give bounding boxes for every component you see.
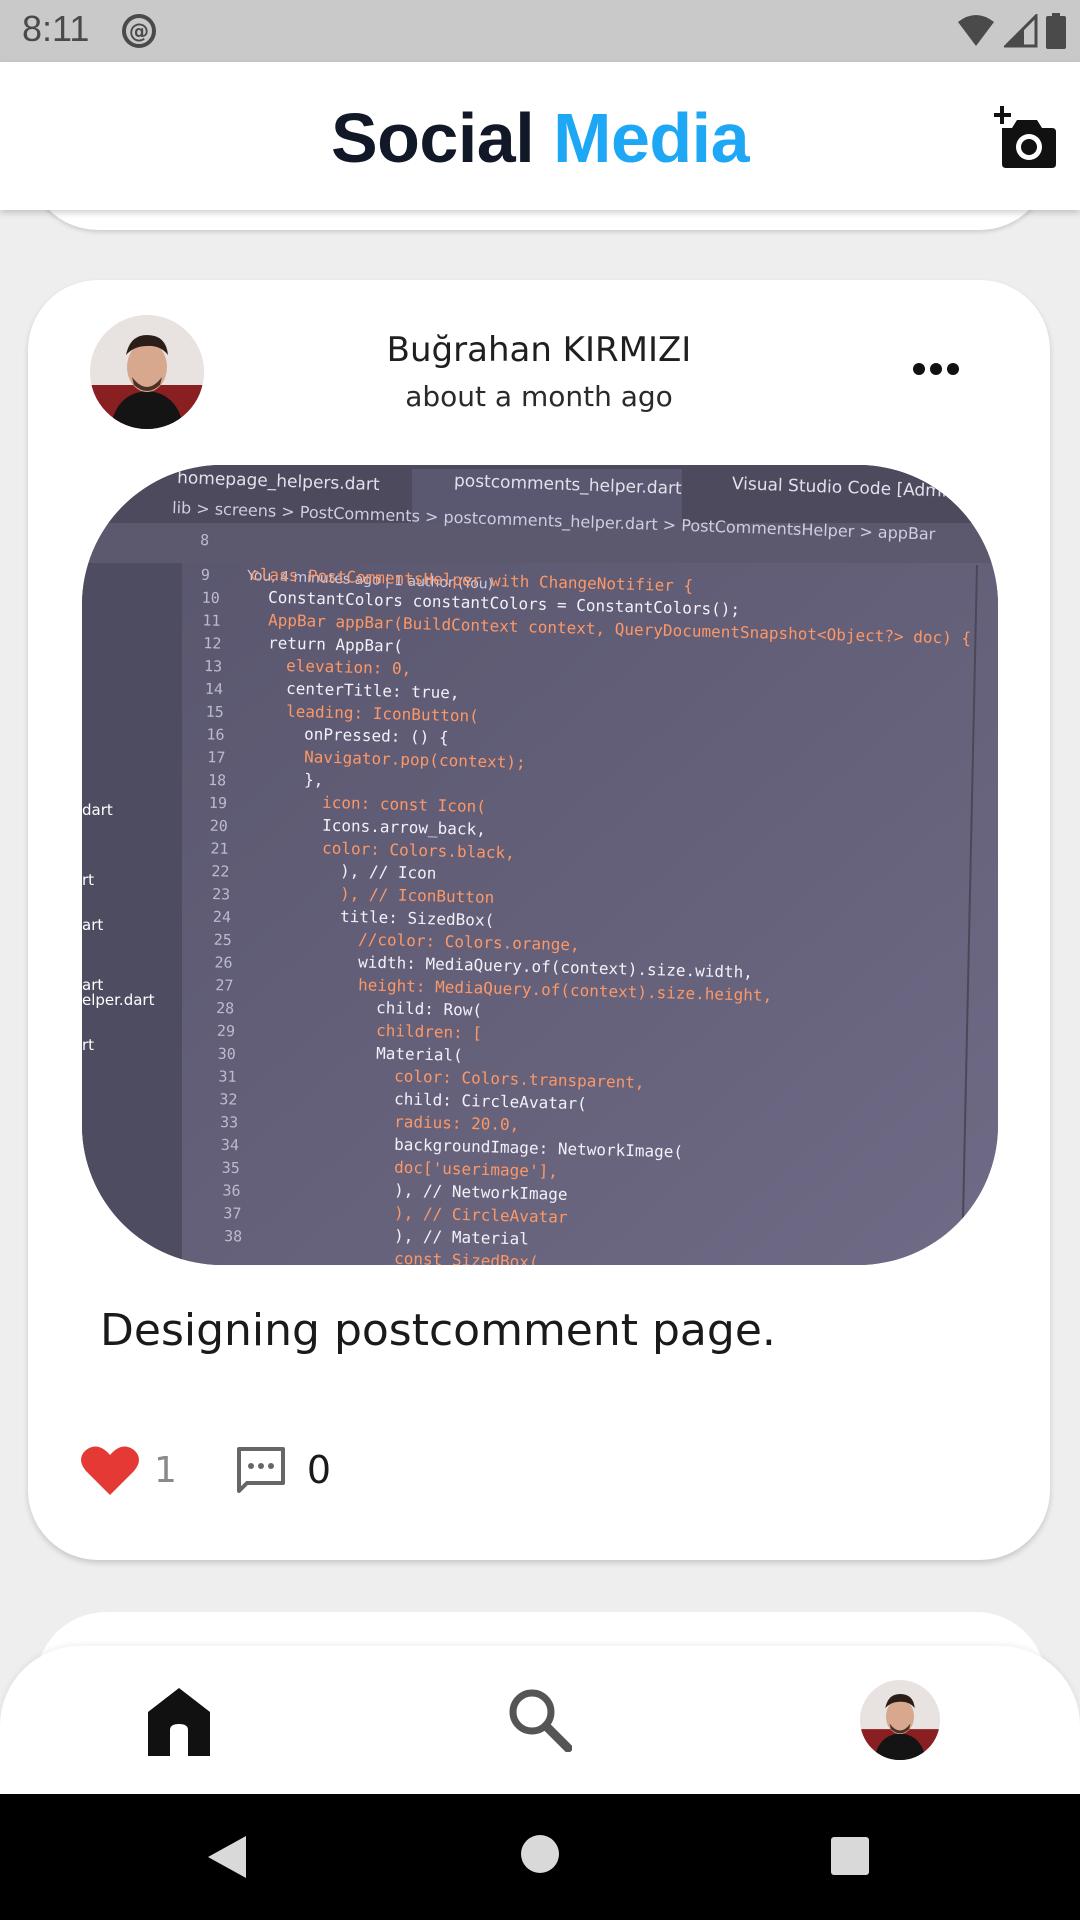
code-line-number: 31 <box>218 1067 237 1085</box>
code-line-number: 23 <box>212 885 231 903</box>
code-line-number: 24 <box>213 908 232 926</box>
code-line-number: 34 <box>221 1136 240 1154</box>
code-line-number: 22 <box>211 862 230 880</box>
avatar-image <box>860 1680 940 1760</box>
code-line: const SizedBox( <box>394 1249 539 1265</box>
search-icon[interactable] <box>506 1686 572 1752</box>
more-options-icon[interactable] <box>912 362 960 376</box>
profile-nav-avatar[interactable] <box>860 1680 940 1760</box>
post-author[interactable]: Buğrahan KIRMIZI <box>28 330 1050 370</box>
code-line: Material( <box>376 1044 463 1065</box>
code-line-number: 20 <box>209 817 228 835</box>
code-line-number: 37 <box>223 1204 242 1222</box>
app-title-media: Media <box>553 99 750 177</box>
status-icons <box>956 12 1066 50</box>
code-screenshot-image: homepage_helpers.dart postcomments_helper… <box>82 465 998 1265</box>
code-line: radius: 20.0, <box>394 1112 520 1134</box>
code-line-number: 30 <box>217 1045 236 1063</box>
code-sidebar-file: art <box>82 916 103 934</box>
post-caption: Designing postcomment page. <box>100 1305 776 1356</box>
app-bar: Social Media <box>0 62 1080 210</box>
code-line-number: 13 <box>204 657 223 675</box>
code-line: title: SizedBox( <box>340 907 495 930</box>
comment-count: 0 <box>306 1448 332 1492</box>
code-line-number: 21 <box>210 839 229 857</box>
status-time: 8:11 <box>22 8 90 49</box>
do-not-disturb-icon: @ <box>122 14 156 48</box>
code-sidebar-file: elper.dart <box>82 991 155 1009</box>
heart-icon[interactable] <box>80 1443 140 1497</box>
app-title-social: Social <box>330 99 535 177</box>
recent-apps-icon[interactable] <box>830 1836 870 1876</box>
code-line-number: 14 <box>205 680 224 698</box>
code-line: child: Row( <box>376 998 482 1020</box>
code-line: children: [ <box>376 1021 482 1043</box>
code-sidebar-file: rt <box>82 871 94 889</box>
code-line-number: 9 <box>201 566 210 584</box>
code-line-number: 38 <box>224 1227 243 1245</box>
wifi-icon <box>958 15 994 46</box>
code-sidebar-file: dart <box>82 801 113 819</box>
home-icon[interactable] <box>146 1686 212 1758</box>
add-photo-icon[interactable] <box>994 106 1058 170</box>
bottom-navigation <box>0 1646 1080 1794</box>
code-line: }, <box>304 770 324 789</box>
code-line-number: 10 <box>201 589 220 607</box>
code-line-number: 17 <box>207 748 226 766</box>
post-image[interactable]: homepage_helpers.dart postcomments_helper… <box>82 465 998 1265</box>
code-line-number: 33 <box>220 1113 239 1131</box>
code-line: ), // Icon <box>340 861 437 883</box>
code-line: ), // Material <box>394 1226 529 1249</box>
code-sidebar-file: rt <box>82 1036 94 1054</box>
code-line-number: 15 <box>205 703 224 721</box>
comment-icon[interactable] <box>235 1445 287 1495</box>
code-line: return AppBar( <box>268 633 403 656</box>
battery-icon <box>1046 13 1066 49</box>
code-line-number: 11 <box>202 611 221 629</box>
code-line-number: 32 <box>219 1090 238 1108</box>
code-line-number: 25 <box>213 931 232 949</box>
code-line-number: 35 <box>221 1159 240 1177</box>
code-line-number: 26 <box>214 953 233 971</box>
app-title: Social Media <box>0 98 1080 178</box>
like-count: 1 <box>154 1449 177 1491</box>
code-line-number: 18 <box>208 771 227 789</box>
post-card: Buğrahan KIRMIZI about a month ago homep… <box>28 280 1050 1560</box>
code-line-number: 28 <box>216 999 235 1017</box>
code-line: onPressed: () { <box>304 724 449 747</box>
code-line: elevation: 0, <box>286 656 412 678</box>
system-navigation-bar <box>0 1794 1080 1920</box>
code-line-number: 36 <box>222 1181 241 1199</box>
post-actions: 1 0 <box>80 1440 331 1500</box>
svg-text:@: @ <box>129 19 149 43</box>
code-line-number: 29 <box>217 1022 236 1040</box>
code-line-number: 19 <box>209 794 228 812</box>
code-line-number: 8 <box>200 531 209 549</box>
home-button-icon[interactable] <box>520 1834 560 1874</box>
post-time: about a month ago <box>405 380 673 413</box>
code-line-number: 12 <box>203 634 222 652</box>
code-line-number: 27 <box>215 976 234 994</box>
back-icon[interactable] <box>204 1834 248 1880</box>
code-line-number: 16 <box>206 725 225 743</box>
code-line: ), // IconButton <box>340 884 495 907</box>
signal-icon <box>1004 14 1038 48</box>
status-bar: 8:11 @ <box>0 0 1080 62</box>
